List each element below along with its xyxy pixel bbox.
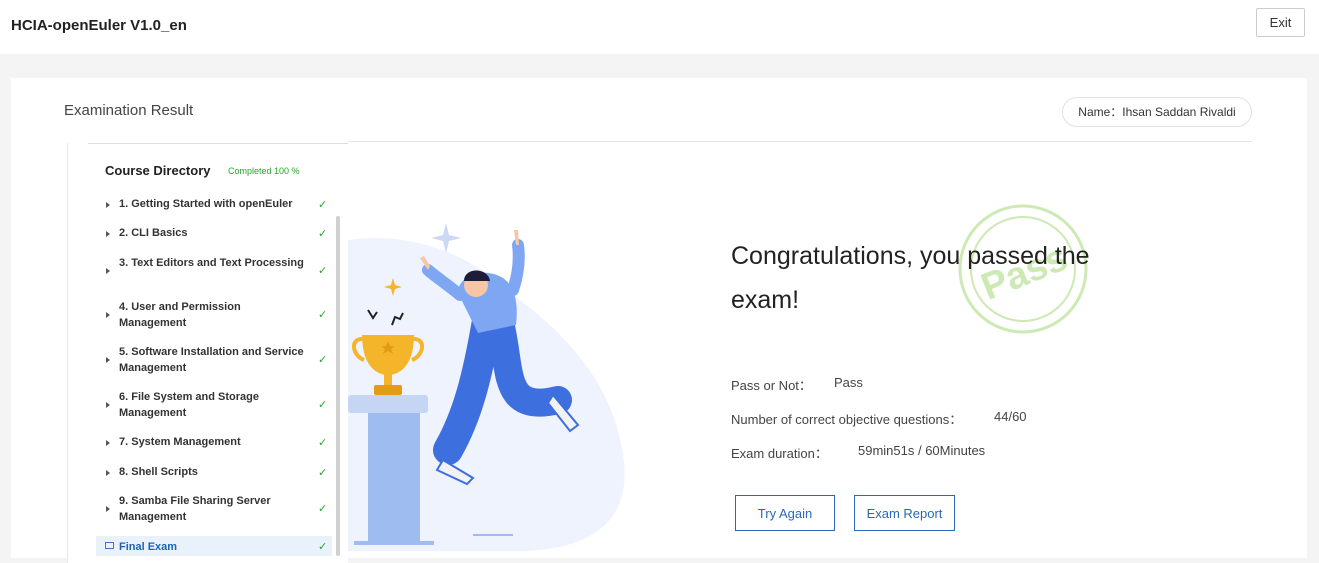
exit-button[interactable]: Exit (1256, 8, 1305, 37)
try-again-button[interactable]: Try Again (735, 495, 835, 531)
pass-status-row: Pass or Not： Pass (731, 375, 863, 394)
correct-questions-row: Number of correct objective questions： 4… (731, 409, 1027, 428)
app-title: HCIA-openEuler V1.0_en (11, 17, 187, 34)
correct-value: 44/60 (994, 409, 1027, 424)
result-headline: Congratulations, you passed the exam! (731, 242, 1090, 314)
correct-label: Number of correct objective questions： (731, 412, 963, 427)
caret-right-icon (106, 402, 110, 408)
duration-row: Exam duration： 59min51s / 60Minutes (731, 443, 985, 462)
directory-item-label: 5. Software Installation and Service Man… (119, 346, 304, 374)
check-icon: ✓ (318, 199, 328, 211)
duration-label: Exam duration： (731, 446, 828, 461)
directory-item-9[interactable]: 9. Samba File Sharing Server Management … (96, 494, 332, 526)
duration-value: 59min51s / 60Minutes (858, 443, 986, 458)
directory-item-8[interactable]: 8. Shell Scripts ✓ (96, 465, 332, 481)
pass-value: Pass (834, 375, 863, 390)
directory-item-final-exam[interactable]: Final Exam ✓ (96, 536, 332, 556)
check-icon: ✓ (318, 265, 328, 277)
directory-item-6[interactable]: 6. File System and Storage Management ✓ (96, 390, 332, 422)
directory-item-3[interactable]: 3. Text Editors and Text Processing ✓ (96, 256, 332, 288)
header-divider (348, 141, 1252, 142)
check-icon: ✓ (318, 354, 328, 366)
exam-report-button[interactable]: Exam Report (854, 495, 955, 531)
check-icon: ✓ (318, 467, 328, 479)
pass-label: Pass or Not： (731, 378, 812, 393)
check-icon: ✓ (318, 309, 328, 321)
caret-right-icon (106, 202, 110, 208)
directory-item-label: 4. User and Permission Management (119, 301, 241, 329)
caret-right-icon (106, 231, 110, 237)
check-icon: ✓ (318, 399, 328, 411)
check-icon: ✓ (318, 437, 328, 449)
directory-item-label: 8. Shell Scripts (119, 466, 198, 478)
page-title: Examination Result (64, 102, 194, 119)
directory-item-4[interactable]: 4. User and Permission Management ✓ (96, 300, 332, 332)
user-name-badge: Name：Ihsan Saddan Rivaldi (1062, 97, 1252, 127)
caret-right-icon (106, 470, 110, 476)
directory-item-label: 7. System Management (119, 436, 241, 448)
directory-top-divider (88, 143, 348, 144)
exam-icon (105, 542, 114, 549)
check-icon: ✓ (318, 503, 328, 515)
completion-status: Completed 100 % (228, 166, 300, 176)
check-icon: ✓ (318, 228, 328, 240)
directory-item-1[interactable]: 1. Getting Started with openEuler ✓ (96, 197, 332, 213)
celebration-illustration (348, 223, 625, 551)
directory-item-label: 6. File System and Storage Management (119, 391, 259, 419)
top-bar: HCIA-openEuler V1.0_en Exit (0, 0, 1319, 54)
directory-scrollbar[interactable] (336, 216, 340, 556)
directory-item-label: Final Exam (119, 541, 178, 553)
caret-right-icon (106, 357, 110, 363)
directory-item-label: 9. Samba File Sharing Server Management (119, 495, 271, 523)
directory-item-label: 2. CLI Basics (119, 227, 188, 239)
directory-item-label: 3. Text Editors and Text Processing (119, 257, 304, 269)
check-icon: ✓ (318, 541, 328, 553)
directory-title: Course Directory (105, 163, 211, 178)
caret-right-icon (106, 312, 110, 318)
directory-item-5[interactable]: 5. Software Installation and Service Man… (96, 345, 332, 377)
directory-item-2[interactable]: 2. CLI Basics ✓ (96, 226, 332, 242)
caret-right-icon (106, 506, 110, 512)
directory-item-label: 1. Getting Started with openEuler (119, 198, 293, 210)
caret-right-icon (106, 440, 110, 446)
caret-right-icon (106, 268, 110, 274)
directory-item-7[interactable]: 7. System Management ✓ (96, 435, 332, 451)
